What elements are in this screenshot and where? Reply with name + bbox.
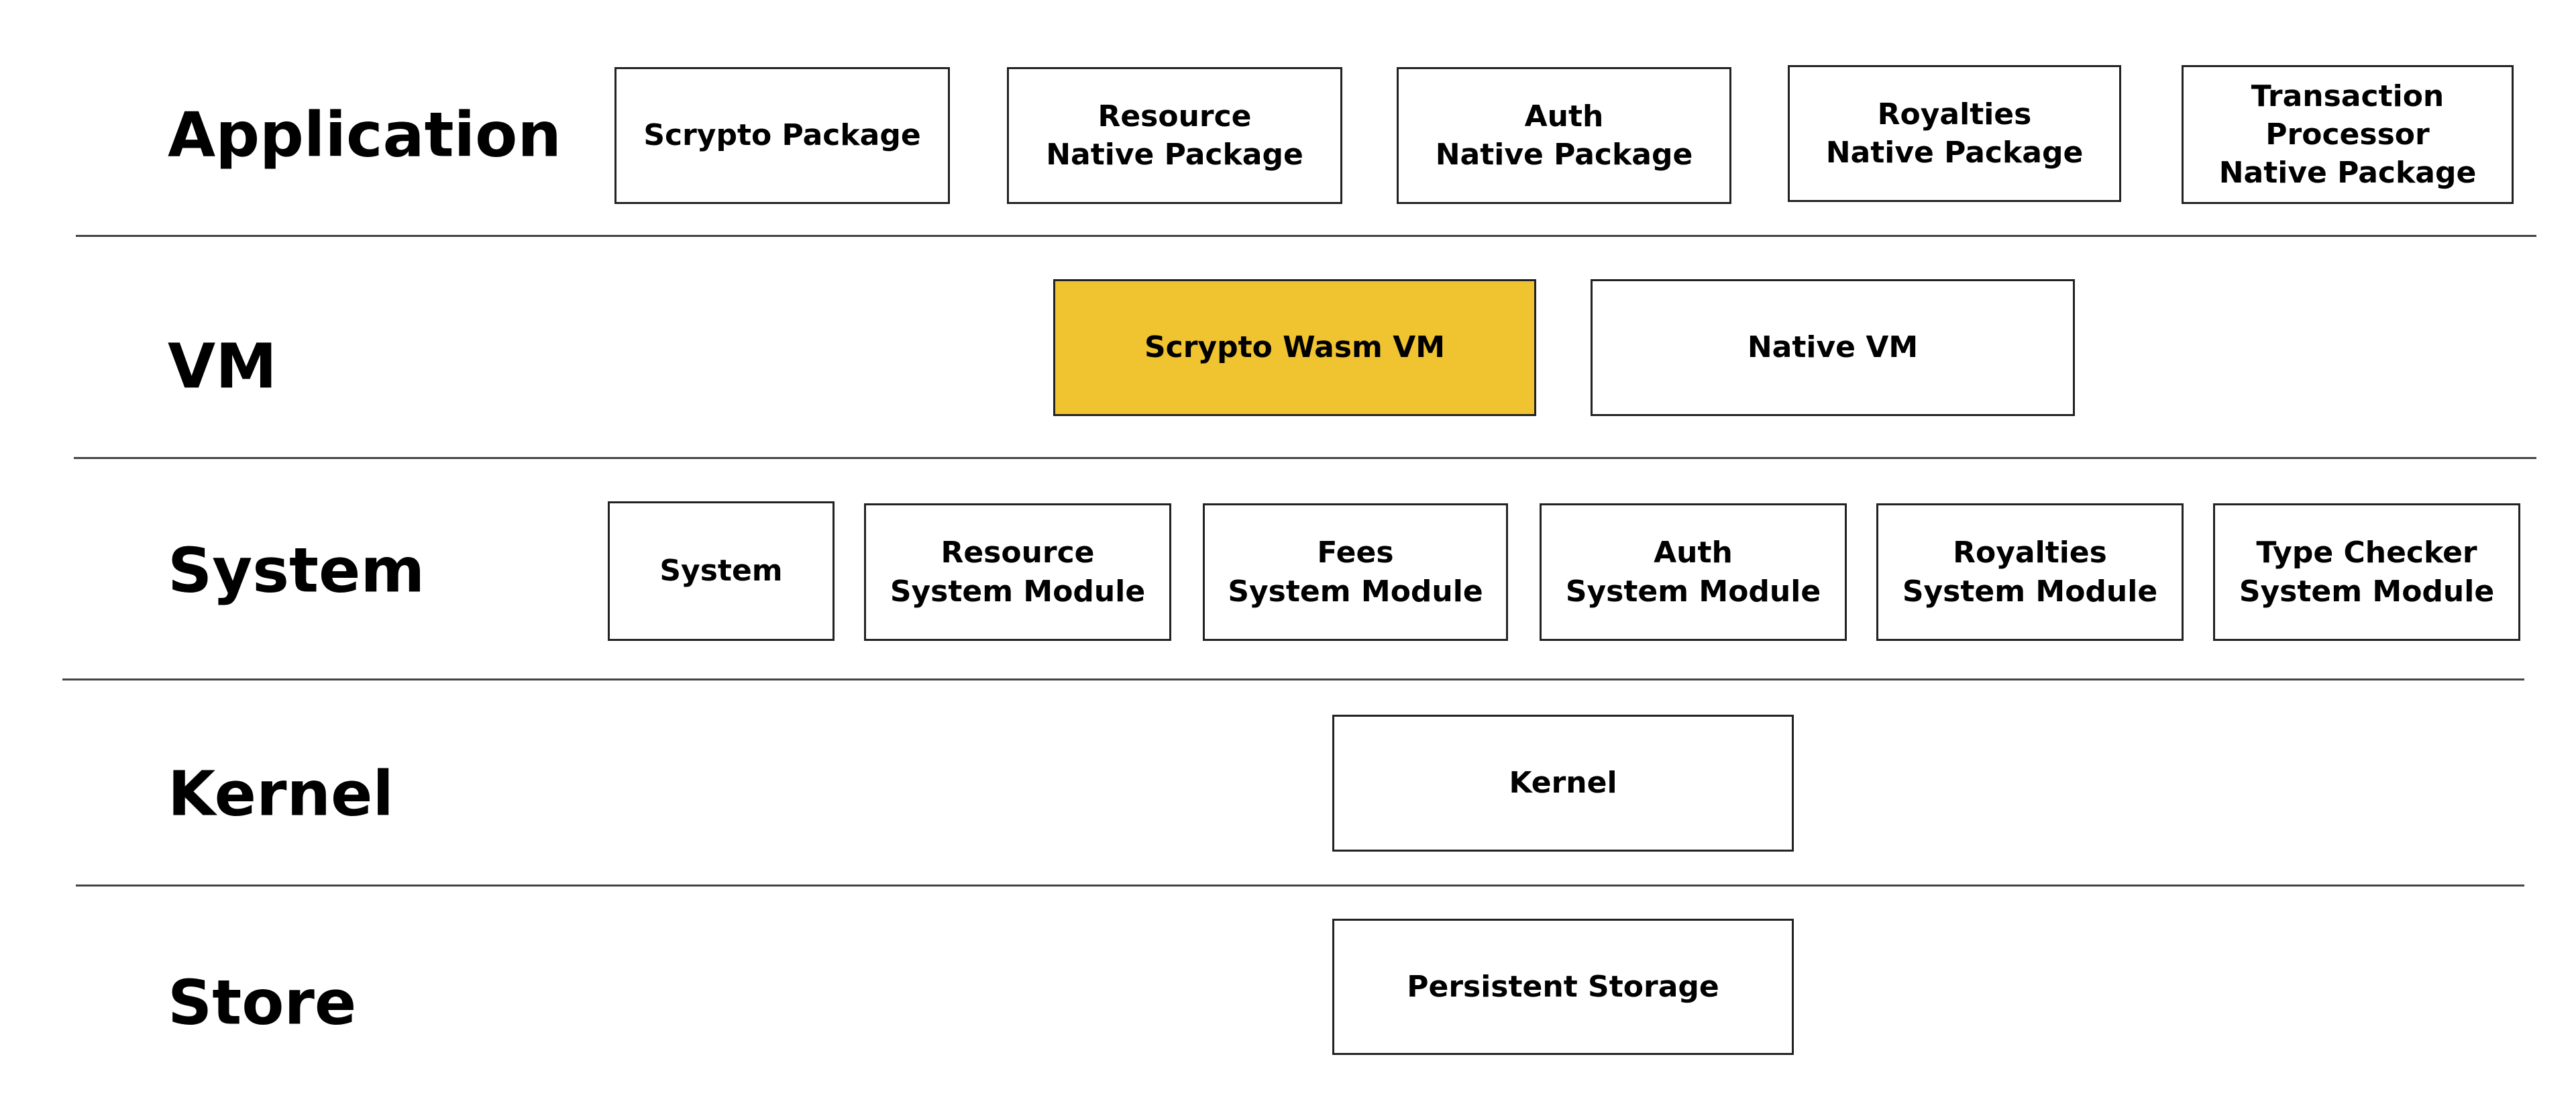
box-transaction-processor-native-package: Transaction Processor Native Package bbox=[2182, 65, 2514, 204]
box-auth-system-module: Auth System Module bbox=[1540, 503, 1847, 641]
layer-label-system: System bbox=[168, 534, 425, 607]
box-native-vm: Native VM bbox=[1591, 279, 2075, 416]
layer-label-store: Store bbox=[168, 966, 357, 1039]
layer-divider bbox=[76, 884, 2524, 887]
layer-divider bbox=[76, 235, 2536, 237]
layer-divider bbox=[62, 678, 2524, 680]
box-fees-system-module: Fees System Module bbox=[1203, 503, 1508, 641]
box-royalties-system-module: Royalties System Module bbox=[1876, 503, 2184, 641]
box-auth-native-package: Auth Native Package bbox=[1397, 67, 1731, 204]
box-scrypto-wasm-vm: Scrypto Wasm VM bbox=[1053, 279, 1536, 416]
box-kernel: Kernel bbox=[1332, 715, 1794, 852]
box-type-checker-system-module: Type Checker System Module bbox=[2213, 503, 2520, 641]
box-persistent-storage: Persistent Storage bbox=[1332, 919, 1794, 1055]
layer-divider bbox=[74, 457, 2536, 459]
layer-label-kernel: Kernel bbox=[168, 758, 394, 830]
box-royalties-native-package: Royalties Native Package bbox=[1788, 65, 2121, 202]
box-resource-native-package: Resource Native Package bbox=[1007, 67, 1342, 204]
layer-label-application: Application bbox=[168, 99, 561, 171]
box-scrypto-package: Scrypto Package bbox=[614, 67, 950, 204]
layer-label-vm: VM bbox=[168, 330, 277, 403]
box-resource-system-module: Resource System Module bbox=[864, 503, 1171, 641]
box-system: System bbox=[608, 501, 835, 641]
